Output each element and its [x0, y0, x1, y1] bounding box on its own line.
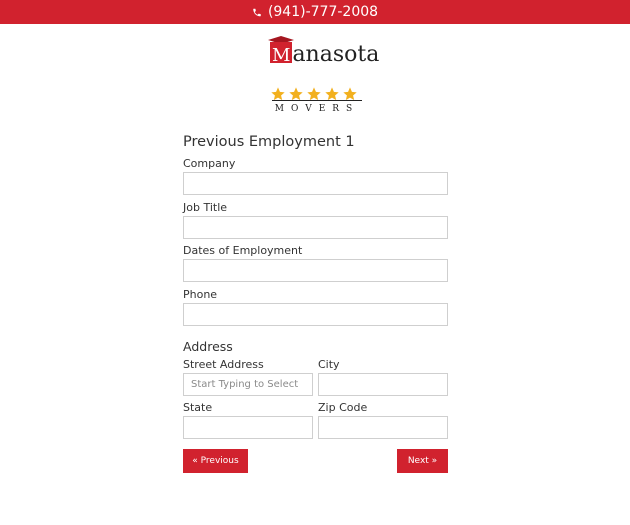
star-icon	[325, 87, 339, 101]
company-field[interactable]	[183, 172, 448, 195]
city-label: City	[318, 358, 340, 371]
city-field[interactable]	[318, 373, 448, 396]
previous-button[interactable]: « Previous	[183, 449, 248, 473]
address-section-title: Address	[183, 339, 233, 354]
star-icon	[289, 87, 303, 101]
rating-stars	[270, 86, 358, 102]
logo-brand-text: anasota	[292, 42, 380, 67]
next-button[interactable]: Next »	[397, 449, 448, 473]
zip-code-field[interactable]	[318, 416, 448, 439]
street-address-label: Street Address	[183, 358, 264, 371]
star-icon	[307, 87, 321, 101]
state-field[interactable]	[183, 416, 313, 439]
top-contact-bar: (941)-777-2008	[0, 0, 630, 24]
star-icon	[343, 87, 357, 101]
logo-wordmark: Manasota	[272, 42, 379, 67]
phone-link[interactable]: (941)-777-2008	[268, 4, 378, 20]
phone-icon	[253, 8, 261, 16]
job-title-field[interactable]	[183, 216, 448, 239]
employment-section-title: Previous Employment 1	[183, 134, 355, 150]
star-icon	[271, 87, 285, 101]
company-label: Company	[183, 157, 236, 170]
logo-subtitle: MOVERS	[274, 104, 360, 114]
job-title-label: Job Title	[183, 201, 228, 214]
street-address-field[interactable]	[183, 373, 313, 396]
phone-field[interactable]	[183, 303, 448, 326]
zip-code-label: Zip Code	[318, 401, 368, 414]
logo-initial: M	[272, 45, 291, 66]
dates-label: Dates of Employment	[183, 244, 303, 257]
state-label: State	[183, 401, 213, 414]
dates-of-employment-field[interactable]	[183, 259, 448, 282]
phone-label: Phone	[183, 288, 218, 301]
